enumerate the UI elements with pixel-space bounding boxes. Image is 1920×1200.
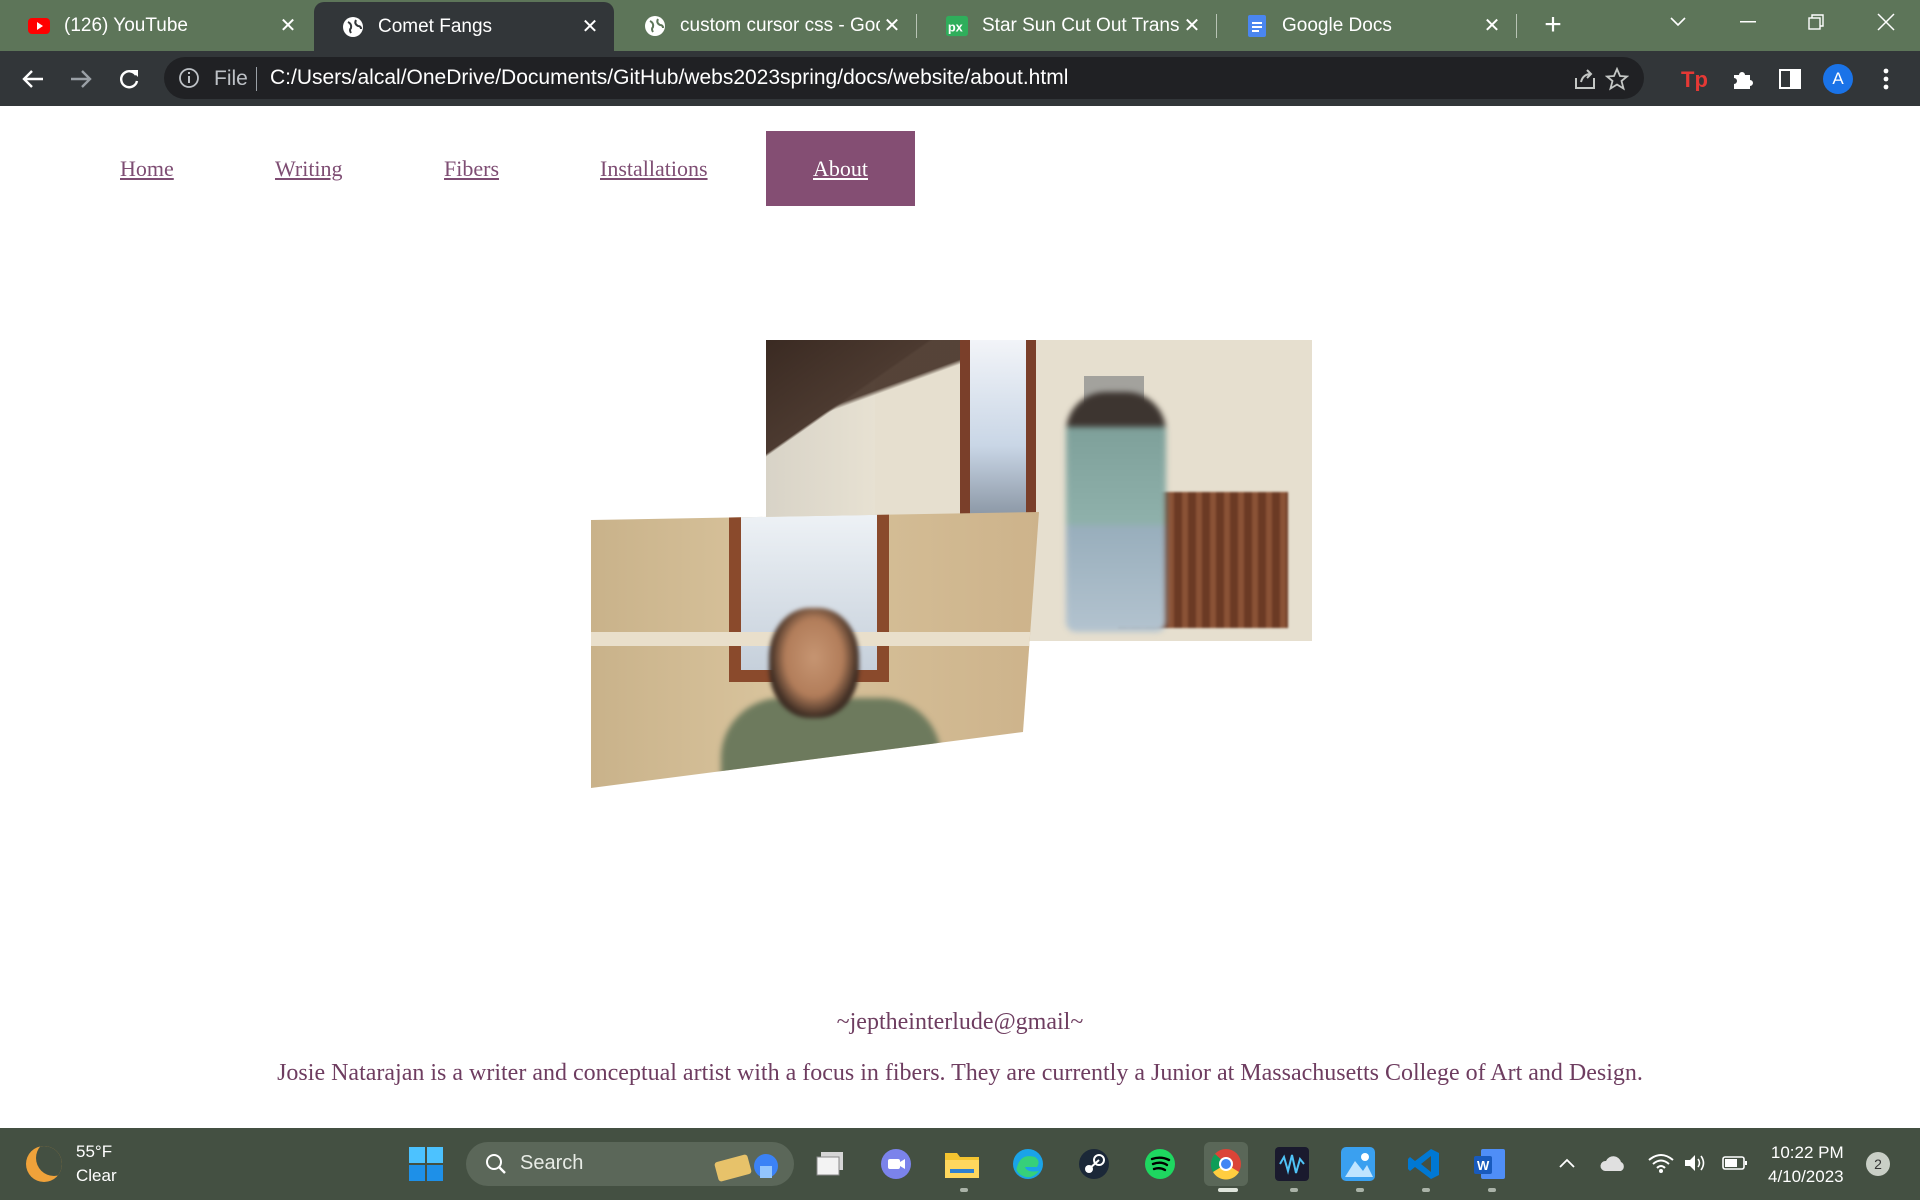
search-highlight-icon	[706, 1146, 786, 1189]
steam-icon[interactable]	[1072, 1142, 1116, 1186]
tab-label: Google Docs	[1282, 14, 1392, 36]
tab-label: (126) YouTube	[64, 14, 188, 36]
profile-avatar[interactable]: A	[1821, 62, 1855, 96]
tab-search-chevron-icon[interactable]	[1644, 0, 1712, 44]
photo-stairs	[766, 340, 966, 525]
running-indicator	[1290, 1188, 1298, 1192]
close-tab-icon[interactable]: ✕	[578, 15, 602, 39]
spotify-icon[interactable]	[1138, 1142, 1182, 1186]
close-window-icon[interactable]	[1852, 0, 1920, 44]
active-indicator	[1218, 1188, 1238, 1192]
start-windows-icon[interactable]	[404, 1142, 448, 1186]
nav-link-writing[interactable]: Writing	[275, 131, 343, 206]
photo-window	[960, 340, 1036, 526]
tab-label: Star Sun Cut Out Transpar	[982, 14, 1180, 36]
extensions-puzzle-icon[interactable]	[1725, 62, 1759, 96]
show-hidden-icons-chevron-icon[interactable]	[1552, 1148, 1582, 1178]
nav-link-about-the-artist[interactable]: About the Artist	[766, 131, 915, 331]
nav-link-fibers[interactable]: Fibers	[444, 131, 499, 206]
tab-label: custom cursor css - Goog	[680, 14, 880, 36]
search-placeholder: Search	[520, 1152, 584, 1174]
taskbar-search[interactable]: Search	[466, 1142, 794, 1186]
task-view-icon[interactable]	[808, 1142, 852, 1186]
chrome-icon[interactable]	[1204, 1142, 1248, 1186]
close-tab-icon[interactable]: ✕	[276, 14, 300, 38]
globe-icon	[644, 15, 666, 37]
info-icon[interactable]	[178, 67, 200, 89]
system-clock[interactable]: 10:22 PM 4/10/2023	[1768, 1141, 1844, 1189]
nav-link-installations[interactable]: Installations	[600, 131, 708, 206]
weather-condition: Clear	[76, 1166, 117, 1185]
omnibox-divider	[256, 67, 257, 91]
weather-temp: 55°F	[76, 1142, 113, 1161]
tab-youtube[interactable]: (126) YouTube ✕	[0, 0, 312, 51]
weather-widget[interactable]: 55°F Clear	[26, 1140, 117, 1188]
svg-text:W: W	[1477, 1158, 1490, 1173]
tab-comet-fangs[interactable]: Comet Fangs ✕	[314, 2, 614, 51]
reload-icon[interactable]	[112, 62, 146, 96]
tab-separator	[1216, 14, 1217, 38]
bookmark-star-icon[interactable]	[1604, 66, 1630, 92]
browser-tab-bar: (126) YouTube ✕ Comet Fangs ✕ custom cur…	[0, 0, 1920, 51]
audio-app-icon[interactable]	[1270, 1142, 1314, 1186]
tab-label: Comet Fangs	[378, 15, 493, 37]
close-tab-icon[interactable]: ✕	[880, 14, 904, 38]
forward-icon[interactable]	[64, 62, 98, 96]
extension-tp-icon[interactable]: Tp	[1677, 62, 1711, 96]
windows-taskbar: 55°F Clear Search W 10:22 PM 4/10/2023 2	[0, 1128, 1920, 1200]
nav-link-home[interactable]: Home	[120, 131, 174, 206]
page-content: Home Writing Fibers Installations About …	[0, 106, 1920, 1128]
clock-time: 10:22 PM	[1770, 1143, 1844, 1162]
pngtree-icon: px	[946, 15, 968, 37]
share-icon[interactable]	[1572, 66, 1598, 92]
notification-badge[interactable]: 2	[1866, 1152, 1890, 1176]
tab-star-sun[interactable]: px Star Sun Cut Out Transpar ✕	[918, 0, 1216, 51]
address-bar[interactable]: File C:/Users/alcal/OneDrive/Documents/G…	[164, 57, 1644, 99]
browser-toolbar: File C:/Users/alcal/OneDrive/Documents/G…	[0, 51, 1920, 106]
svg-text:px: px	[948, 19, 964, 34]
volume-icon[interactable]	[1680, 1148, 1710, 1178]
restore-icon[interactable]	[1782, 0, 1850, 44]
photo-person	[1066, 392, 1166, 632]
onedrive-cloud-icon[interactable]	[1598, 1148, 1628, 1178]
url-text[interactable]: C:/Users/alcal/OneDrive/Documents/GitHub…	[270, 66, 1068, 90]
artist-bio: Josie Natarajan is a writer and conceptu…	[277, 1060, 1643, 1086]
youtube-icon	[28, 15, 50, 37]
minimize-icon[interactable]	[1714, 0, 1782, 44]
tab-separator	[1516, 14, 1517, 38]
running-indicator	[1356, 1188, 1364, 1192]
edge-icon[interactable]	[1006, 1142, 1050, 1186]
avatar: A	[1823, 64, 1853, 94]
word-icon[interactable]: W	[1468, 1142, 1512, 1186]
search-icon	[484, 1152, 508, 1181]
wifi-icon[interactable]	[1646, 1148, 1676, 1178]
more-menu-icon[interactable]	[1869, 62, 1903, 96]
vscode-icon[interactable]	[1402, 1142, 1446, 1186]
photos-icon[interactable]	[1336, 1142, 1380, 1186]
globe-icon	[342, 16, 364, 38]
tab-separator	[916, 14, 917, 38]
photo-face	[769, 608, 859, 718]
artist-photo-portrait	[591, 512, 1039, 788]
moon-icon	[26, 1146, 62, 1182]
battery-icon[interactable]	[1720, 1148, 1750, 1178]
scheme-label: File	[214, 67, 248, 90]
svg-text:Tp: Tp	[1681, 67, 1707, 91]
back-icon[interactable]	[16, 62, 50, 96]
docs-icon	[1246, 14, 1268, 37]
running-indicator	[1488, 1188, 1496, 1192]
close-tab-icon[interactable]: ✕	[1480, 14, 1504, 38]
tab-google-docs[interactable]: Google Docs ✕	[1218, 0, 1516, 51]
clock-date: 4/10/2023	[1768, 1167, 1844, 1186]
teams-chat-icon[interactable]	[874, 1142, 918, 1186]
contact-email: ~jeptheinterlude@gmail~	[836, 1009, 1084, 1035]
running-indicator	[1422, 1188, 1430, 1192]
side-panel-icon[interactable]	[1773, 62, 1807, 96]
running-indicator	[960, 1188, 968, 1192]
tab-custom-cursor[interactable]: custom cursor css - Goog ✕	[616, 0, 916, 51]
close-tab-icon[interactable]: ✕	[1180, 14, 1204, 38]
file-explorer-icon[interactable]	[940, 1142, 984, 1186]
new-tab-button[interactable]: +	[1536, 8, 1570, 42]
